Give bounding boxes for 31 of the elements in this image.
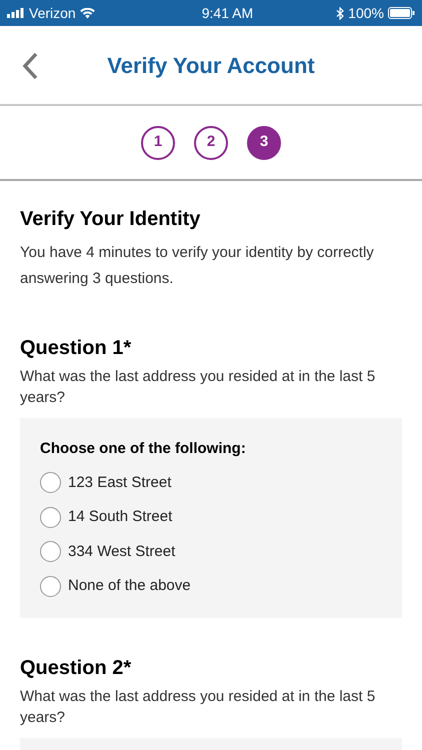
radio-button[interactable] [40, 541, 61, 562]
step-indicator: 3 [247, 126, 281, 160]
intro-text: You have 4 minutes to verify your identity by correctly answering 3 questions. [20, 243, 375, 289]
answer-option[interactable]: None of the above [40, 569, 382, 604]
bluetooth-icon [336, 6, 344, 20]
answer-option[interactable]: 14 South Street [40, 500, 382, 534]
question-prompt: What was the last address you resided at in the last 5 years? [20, 686, 376, 728]
option-label: 14 South Street [68, 507, 172, 527]
option-label: 334 West Street [68, 542, 176, 562]
section-heading: Verify Your Identity [20, 207, 202, 232]
question-title: Question 2* [20, 656, 132, 680]
carrier-name: Verizon [29, 4, 76, 22]
back-icon [21, 52, 39, 80]
option-label: None of the above [68, 576, 191, 596]
clock-time: 9:41 AM [202, 4, 254, 22]
radio-button[interactable] [40, 506, 61, 528]
choose-label: Choose one of the following: [40, 439, 247, 459]
answer-option[interactable]: 334 West Street [40, 534, 382, 569]
signal-icon [7, 8, 25, 18]
option-label: 123 East Street [68, 472, 172, 492]
question-prompt: What was the last address you resided at in the last 5 years? [20, 367, 376, 408]
radio-button[interactable] [40, 472, 61, 494]
battery-percent: 100% [348, 4, 384, 22]
step-indicator: 2 [194, 126, 228, 160]
battery-icon [388, 7, 415, 19]
page-title: Verify Your Account [107, 52, 315, 80]
wifi-icon [80, 8, 95, 18]
question-title: Question 1* [20, 336, 132, 361]
radio-button[interactable] [40, 576, 61, 597]
step-indicator: 1 [141, 126, 175, 160]
answer-option[interactable]: 123 East Street [40, 466, 382, 500]
